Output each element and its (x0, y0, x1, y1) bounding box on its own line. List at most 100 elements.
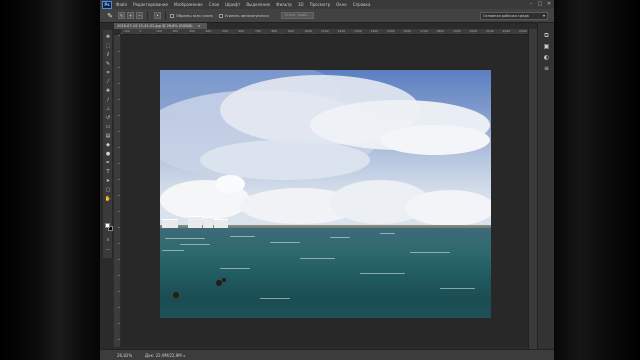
menu-select[interactable]: Выделение (246, 2, 270, 7)
properties-panel-icon[interactable]: ▣ (542, 42, 551, 51)
clone-stamp-tool-icon[interactable]: ⊥ (104, 105, 112, 113)
brush-picker-icon[interactable]: • (154, 12, 161, 19)
hand-tool-icon[interactable]: ✋ (104, 195, 112, 203)
menu-filter[interactable]: Фильтр (276, 2, 292, 7)
eraser-tool-icon[interactable]: ▭ (104, 123, 112, 131)
quick-selection-icon[interactable]: ✎ (104, 11, 116, 21)
eyedropper-tool-icon[interactable]: ⁄ (104, 78, 112, 86)
path-selection-tool-icon[interactable]: ➤ (104, 177, 112, 185)
layers-panel-icon[interactable]: ≡ (542, 64, 551, 73)
ruler-tick-label: 1700 (420, 29, 428, 33)
ruler-tick-label: 0 (139, 29, 142, 33)
wave (180, 244, 210, 245)
healing-brush-tool-icon[interactable]: ✚ (104, 87, 112, 95)
menu-layers[interactable]: Слои (209, 2, 219, 7)
photoshop-window: Ps Файл Редактирование Изображение Слои … (100, 0, 554, 360)
refine-edge-button[interactable]: Уточн. край... (280, 12, 314, 19)
ruler-tick-label: 400 (205, 29, 212, 33)
status-menu-icon[interactable]: ▸ (184, 353, 186, 358)
building (188, 216, 202, 228)
scroll-strip[interactable] (528, 29, 537, 349)
ruler-tick-label: 2200 (502, 29, 511, 33)
marquee-tool-icon[interactable]: ⬚ (104, 42, 112, 50)
brush-tool-icon[interactable]: ∕ (104, 96, 112, 104)
swimmer (216, 280, 222, 286)
menu-type[interactable]: Шрифт (225, 2, 240, 7)
ruler-tick-label: 2300 (519, 29, 527, 33)
wave (220, 268, 250, 269)
shape-tool-icon[interactable]: ▢ (104, 186, 112, 194)
type-tool-icon[interactable]: T (104, 168, 112, 176)
sea (160, 228, 491, 318)
cloud (200, 140, 370, 180)
gradient-tool-icon[interactable]: ▤ (104, 132, 112, 140)
new-selection-icon[interactable]: ✎ (118, 12, 125, 19)
ruler-tick-label: 300 (189, 29, 195, 33)
subtract-from-selection-icon[interactable]: − (136, 12, 143, 19)
building (162, 219, 178, 228)
wave (165, 238, 205, 239)
cloud (215, 175, 245, 193)
blur-tool-icon[interactable]: ◆ (104, 141, 112, 149)
ruler-tick-label: 1100 (321, 29, 329, 33)
lasso-tool-icon[interactable]: ℓ (104, 51, 112, 59)
document-tab-title: 2016-07-19 15-42-52.jpg @ 26,8% (RGB/8) (117, 24, 193, 28)
ruler-tick-label: 800 (271, 29, 278, 33)
quick-selection-tool-icon[interactable]: ✎ (104, 60, 112, 68)
wave (260, 298, 290, 299)
wave (360, 273, 405, 274)
status-bar: 26,82% Док: 22,9M/22,9M ▸ (100, 349, 554, 360)
ruler-tick-label: 600 (238, 29, 245, 33)
window-controls: – □ ✕ (528, 1, 552, 7)
document-image[interactable] (160, 70, 491, 318)
ruler-tick-label: 1000 (304, 29, 313, 33)
foreground-color-swatch[interactable] (105, 223, 110, 228)
ruler-tick-label: 900 (288, 29, 294, 33)
auto-enhance-checkbox[interactable] (218, 13, 223, 18)
canvas-area[interactable] (121, 35, 528, 347)
add-to-selection-icon[interactable]: + (127, 12, 134, 19)
crop-tool-icon[interactable]: ⌗ (104, 69, 112, 77)
menu-image[interactable]: Изображение (174, 2, 203, 7)
ruler-tick-label: 2100 (486, 29, 494, 33)
ruler-tick-label: 1300 (354, 29, 362, 33)
zoom-level[interactable]: 26,82% (117, 353, 137, 358)
menu-file[interactable]: Файл (116, 2, 127, 7)
photoshop-logo: Ps (102, 0, 112, 9)
workspace-select[interactable]: Основная рабочая среда ▾ (480, 12, 548, 20)
pen-tool-icon[interactable]: ✒ (104, 159, 112, 167)
ruler-tick-label: -100 (123, 29, 130, 33)
sample-all-layers-checkbox[interactable] (170, 13, 174, 18)
menu-edit[interactable]: Редактирование (133, 2, 168, 7)
ruler-tick-label: 1500 (387, 29, 395, 33)
color-panel-icon[interactable]: ◐ (542, 53, 551, 62)
move-tool-icon[interactable]: ✥ (104, 33, 112, 41)
building (214, 219, 228, 228)
close-icon[interactable]: ✕ (546, 1, 552, 7)
cloud (405, 190, 491, 226)
workspace-value: Основная рабочая среда (483, 14, 529, 18)
menu-view[interactable]: Просмотр (310, 2, 331, 7)
ruler-tick-label: 1400 (370, 29, 379, 33)
tools-panel: ✥ ⬚ ℓ ✎ ⌗ ⁄ ✚ ∕ ⊥ ↺ ▭ ▤ ◆ ● ✒ T ➤ ▢ ✋ ⌕… (102, 29, 113, 259)
close-tab-icon[interactable]: × (198, 24, 201, 28)
maximize-icon[interactable]: □ (537, 1, 543, 7)
ruler-tick-label: 700 (255, 29, 261, 33)
ruler-tick-label: 2000 (469, 29, 478, 33)
ruler-tick-label: 100 (156, 29, 162, 33)
wave (410, 252, 450, 253)
video-letterbox-left (0, 0, 100, 360)
dodge-tool-icon[interactable]: ● (104, 150, 112, 158)
history-panel-icon[interactable]: ⧉ (542, 31, 551, 40)
menu-help[interactable]: Справка (353, 2, 371, 7)
ruler-tick-label: 1900 (453, 29, 461, 33)
menu-3d[interactable]: 3D (298, 2, 304, 7)
wave (440, 288, 475, 289)
history-brush-tool-icon[interactable]: ↺ (104, 114, 112, 122)
vertical-ruler[interactable] (114, 35, 120, 347)
more-tools-icon[interactable]: … (104, 245, 112, 253)
ruler-tick-label: 1600 (403, 29, 412, 33)
menu-window[interactable]: Окно (336, 2, 347, 7)
zoom-tool-icon[interactable]: ⌕ (104, 236, 112, 244)
minimize-icon[interactable]: – (528, 1, 534, 7)
